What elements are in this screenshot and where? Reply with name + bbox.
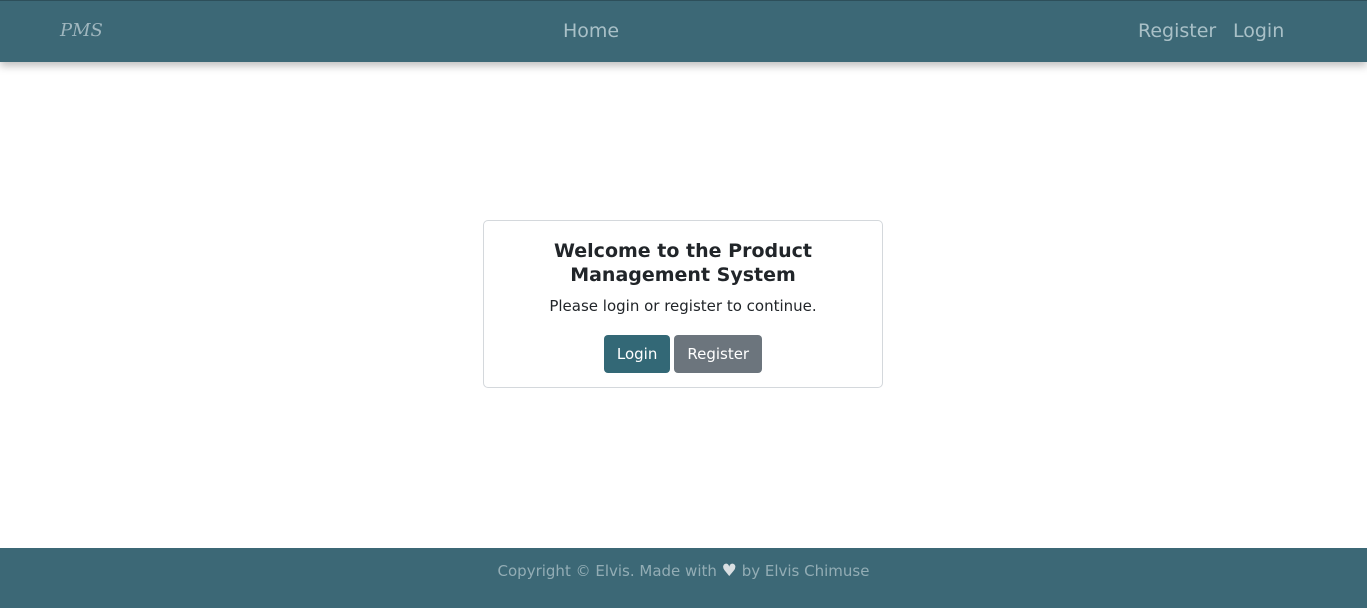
- brand-link[interactable]: PMS: [60, 20, 103, 41]
- footer-author-text: by Elvis Chimuse: [741, 562, 870, 580]
- card-button-row: Login Register: [484, 335, 882, 373]
- card-text: Please login or register to continue.: [549, 297, 817, 315]
- nav-register-link[interactable]: Register: [1138, 20, 1216, 42]
- heart-icon: ♥: [721, 561, 737, 581]
- register-button[interactable]: Register: [674, 335, 763, 373]
- top-navbar: PMS Home Register Login: [0, 0, 1367, 62]
- nav-home-link[interactable]: Home: [563, 20, 619, 42]
- welcome-card: Welcome to the Product Management System…: [483, 220, 883, 388]
- card-title: Welcome to the Product Management System: [554, 240, 812, 286]
- footer-copyright-text: Copyright © Elvis. Made with: [497, 562, 717, 580]
- footer: Copyright © Elvis. Made with ♥ by Elvis …: [0, 548, 1367, 608]
- login-button[interactable]: Login: [603, 335, 671, 373]
- nav-login-link[interactable]: Login: [1233, 20, 1284, 42]
